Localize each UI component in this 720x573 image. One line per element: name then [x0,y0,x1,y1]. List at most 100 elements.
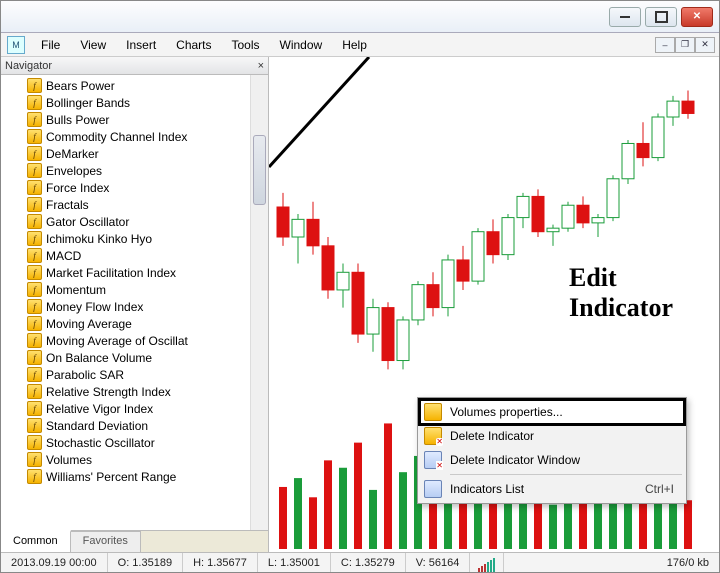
indicator-label: Gator Oscillator [46,215,129,229]
menu-bar: M FileViewInsertChartsToolsWindowHelp – … [1,33,719,57]
indicator-label: On Balance Volume [46,351,152,365]
indicator-item[interactable]: fWilliams' Percent Range [3,468,250,485]
window-maximize-button[interactable] [645,7,677,27]
indicator-label: Relative Strength Index [46,385,171,399]
indicator-icon: f [27,452,42,467]
mdi-controls: – ❐ ✕ [655,37,719,53]
menu-volumes-properties[interactable]: Volumes properties... [420,400,684,424]
navigator-tabs: Common Favorites [1,530,268,552]
menu-charts[interactable]: Charts [166,35,221,55]
indicator-label: DeMarker [46,147,99,161]
indicator-item[interactable]: f Ichimoku Kinko Hyo [3,230,250,247]
status-datetime: 2013.09.19 00:00 [1,553,108,572]
menu-separator [450,474,682,475]
indicator-icon: f [27,95,42,110]
indicator-icon: f [27,146,42,161]
menu-delete-indicator-window[interactable]: Delete Indicator Window [420,448,684,472]
indicator-item[interactable]: fMarket Facilitation Index [3,264,250,281]
chart-area[interactable]: Edit Indicator Volumes properties... Del… [269,57,719,552]
status-high: H: 1.35677 [183,553,258,572]
window-minimize-button[interactable] [609,7,641,27]
indicator-label: Force Index [46,181,109,195]
indicator-item[interactable]: fStandard Deviation [3,417,250,434]
menu-insert[interactable]: Insert [116,35,166,55]
indicator-label: Volumes [46,453,92,467]
indicator-item[interactable]: fCommodity Channel Index [3,128,250,145]
tab-favorites[interactable]: Favorites [71,531,141,552]
indicator-icon: f [27,282,42,297]
indicator-item[interactable]: f Force Index [3,179,250,196]
indicator-label: Momentum [46,283,106,297]
indicator-item[interactable]: fBulls Power [3,111,250,128]
indicator-icon: f [27,197,42,212]
indicator-icon: f [27,231,42,246]
navigator-tree[interactable]: fBears PowerfBollinger BandsfBulls Power… [1,75,250,530]
indicator-item[interactable]: f DeMarker [3,145,250,162]
indicator-item[interactable]: fParabolic SAR [3,366,250,383]
indicator-icon: f [27,248,42,263]
navigator-panel: Navigator × fBears PowerfBollinger Bands… [1,57,269,552]
menu-help[interactable]: Help [332,35,377,55]
navigator-close-icon[interactable]: × [258,60,264,72]
mdi-restore-button[interactable]: ❐ [675,37,695,53]
indicator-label: Williams' Percent Range [46,470,176,484]
indicator-item[interactable]: fMoving Average [3,315,250,332]
indicator-item[interactable]: fRelative Vigor Index [3,400,250,417]
indicator-item[interactable]: f Gator Oscillator [3,213,250,230]
status-volume: V: 56164 [406,553,471,572]
indicator-item[interactable]: f MACD [3,247,250,264]
indicator-icon: f [27,384,42,399]
indicator-label: MACD [46,249,81,263]
mdi-minimize-button[interactable]: – [655,37,675,53]
status-bar: 2013.09.19 00:00 O: 1.35189 H: 1.35677 L… [1,552,719,572]
indicator-item[interactable]: f Momentum [3,281,250,298]
indicator-item[interactable]: fEnvelopes [3,162,250,179]
indicator-label: Moving Average of Oscillat [46,334,188,348]
status-open: O: 1.35189 [108,553,183,572]
indicator-item[interactable]: f Volumes [3,451,250,468]
status-network: 176/0 kb [657,553,719,572]
mdi-close-button[interactable]: ✕ [695,37,715,53]
indicator-icon: f [27,180,42,195]
navigator-header: Navigator × [1,57,268,75]
indicator-label: Ichimoku Kinko Hyo [46,232,152,246]
menu-tools[interactable]: Tools [222,35,270,55]
navigator-title: Navigator [5,60,52,72]
indicator-item[interactable]: f Moving Average of Oscillat [3,332,250,349]
indicator-label: Money Flow Index [46,300,143,314]
indicator-item[interactable]: fStochastic Oscillator [3,434,250,451]
navigator-scrollbar[interactable] [250,75,268,530]
indicator-label: Bollinger Bands [46,96,130,110]
window-titlebar [1,1,719,33]
menu-view[interactable]: View [70,35,116,55]
indicator-item[interactable]: fBears Power [3,77,250,94]
indicator-icon: f [27,129,42,144]
menu-indicators-list[interactable]: Indicators List Ctrl+I [420,477,684,501]
menu-file[interactable]: File [31,35,70,55]
indicator-item[interactable]: fMoney Flow Index [3,298,250,315]
indicator-context-menu: Volumes properties... Delete Indicator D… [417,397,687,504]
menu-window[interactable]: Window [270,35,333,55]
tab-common[interactable]: Common [1,530,71,552]
indicator-label: Moving Average [46,317,132,331]
window-close-button[interactable] [681,7,713,27]
indicator-icon: f [27,333,42,348]
status-close: C: 1.35279 [331,553,406,572]
properties-icon [424,403,442,421]
indicator-icon: f [27,163,42,178]
menu-label: Volumes properties... [450,405,563,419]
indicator-icon: f [27,350,42,365]
indicator-item[interactable]: fFractals [3,196,250,213]
indicator-item[interactable]: f Bollinger Bands [3,94,250,111]
indicator-item[interactable]: f Relative Strength Index [3,383,250,400]
menu-label: Indicators List [450,482,524,496]
indicator-item[interactable]: f On Balance Volume [3,349,250,366]
delete-window-icon [424,451,442,469]
indicator-icon: f [27,214,42,229]
indicator-label: Stochastic Oscillator [46,436,155,450]
menu-delete-indicator[interactable]: Delete Indicator [420,424,684,448]
indicator-label: Parabolic SAR [46,368,124,382]
menu-label: Delete Indicator [450,429,534,443]
scrollbar-thumb[interactable] [253,135,266,205]
indicator-label: Bears Power [46,79,115,93]
